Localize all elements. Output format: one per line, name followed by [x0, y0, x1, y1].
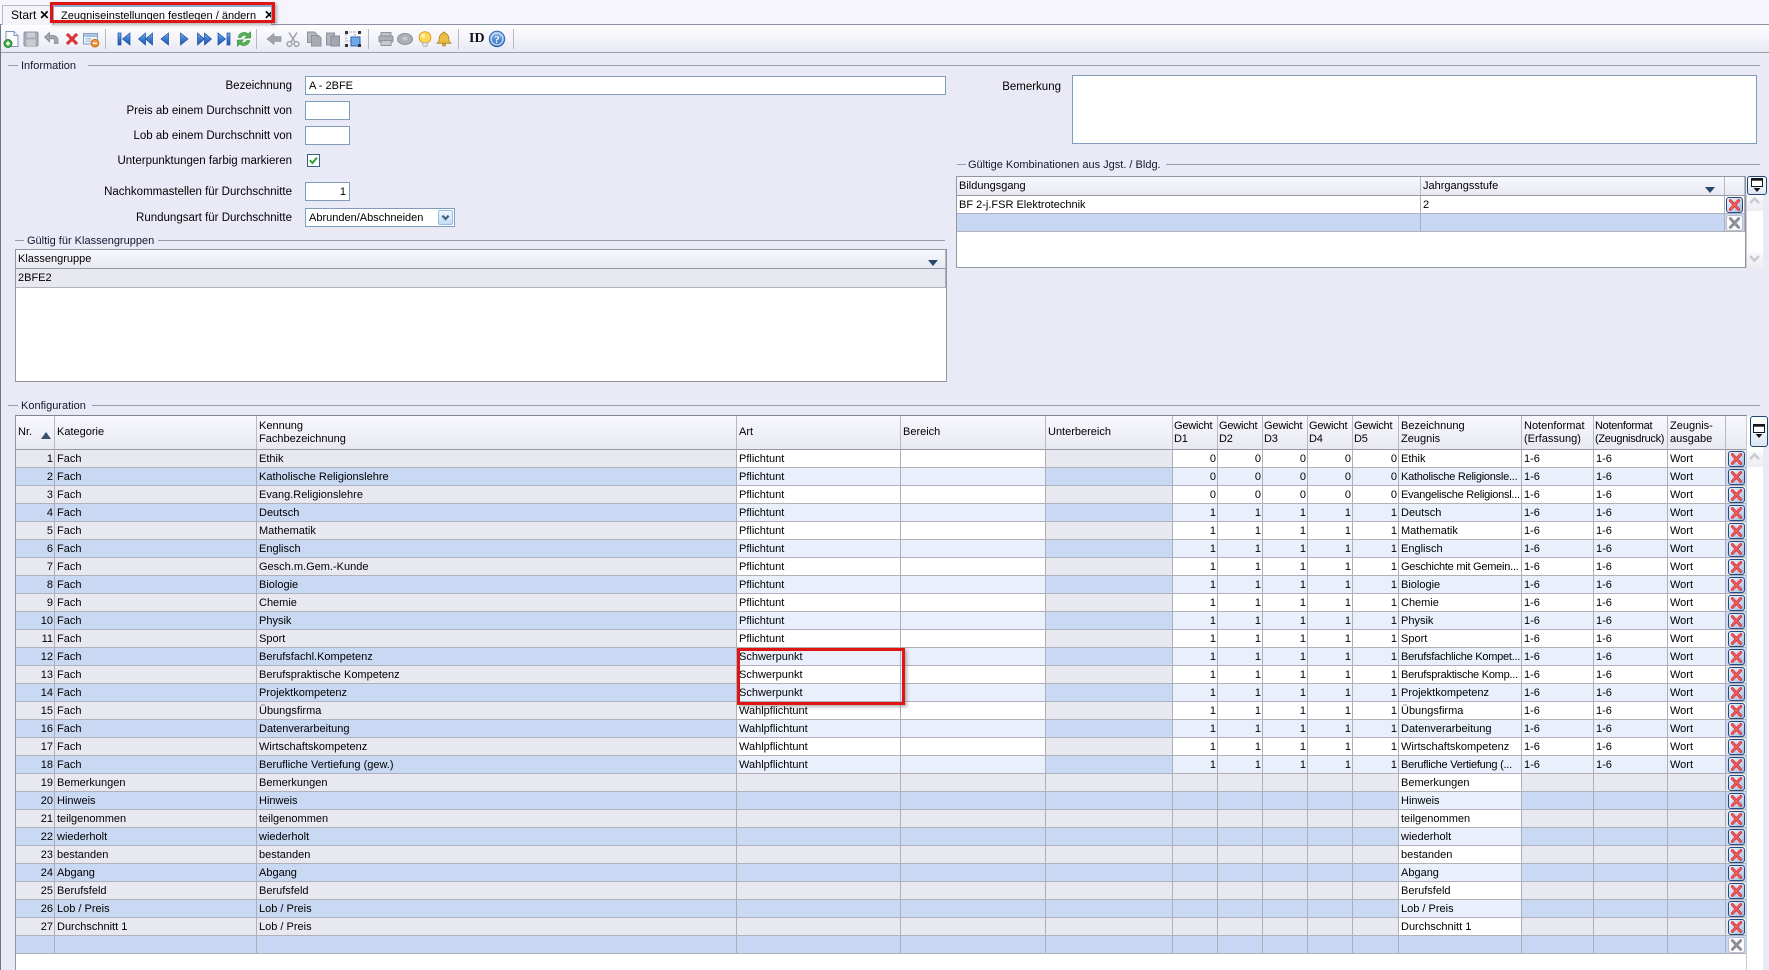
- svg-text:?: ?: [494, 34, 500, 46]
